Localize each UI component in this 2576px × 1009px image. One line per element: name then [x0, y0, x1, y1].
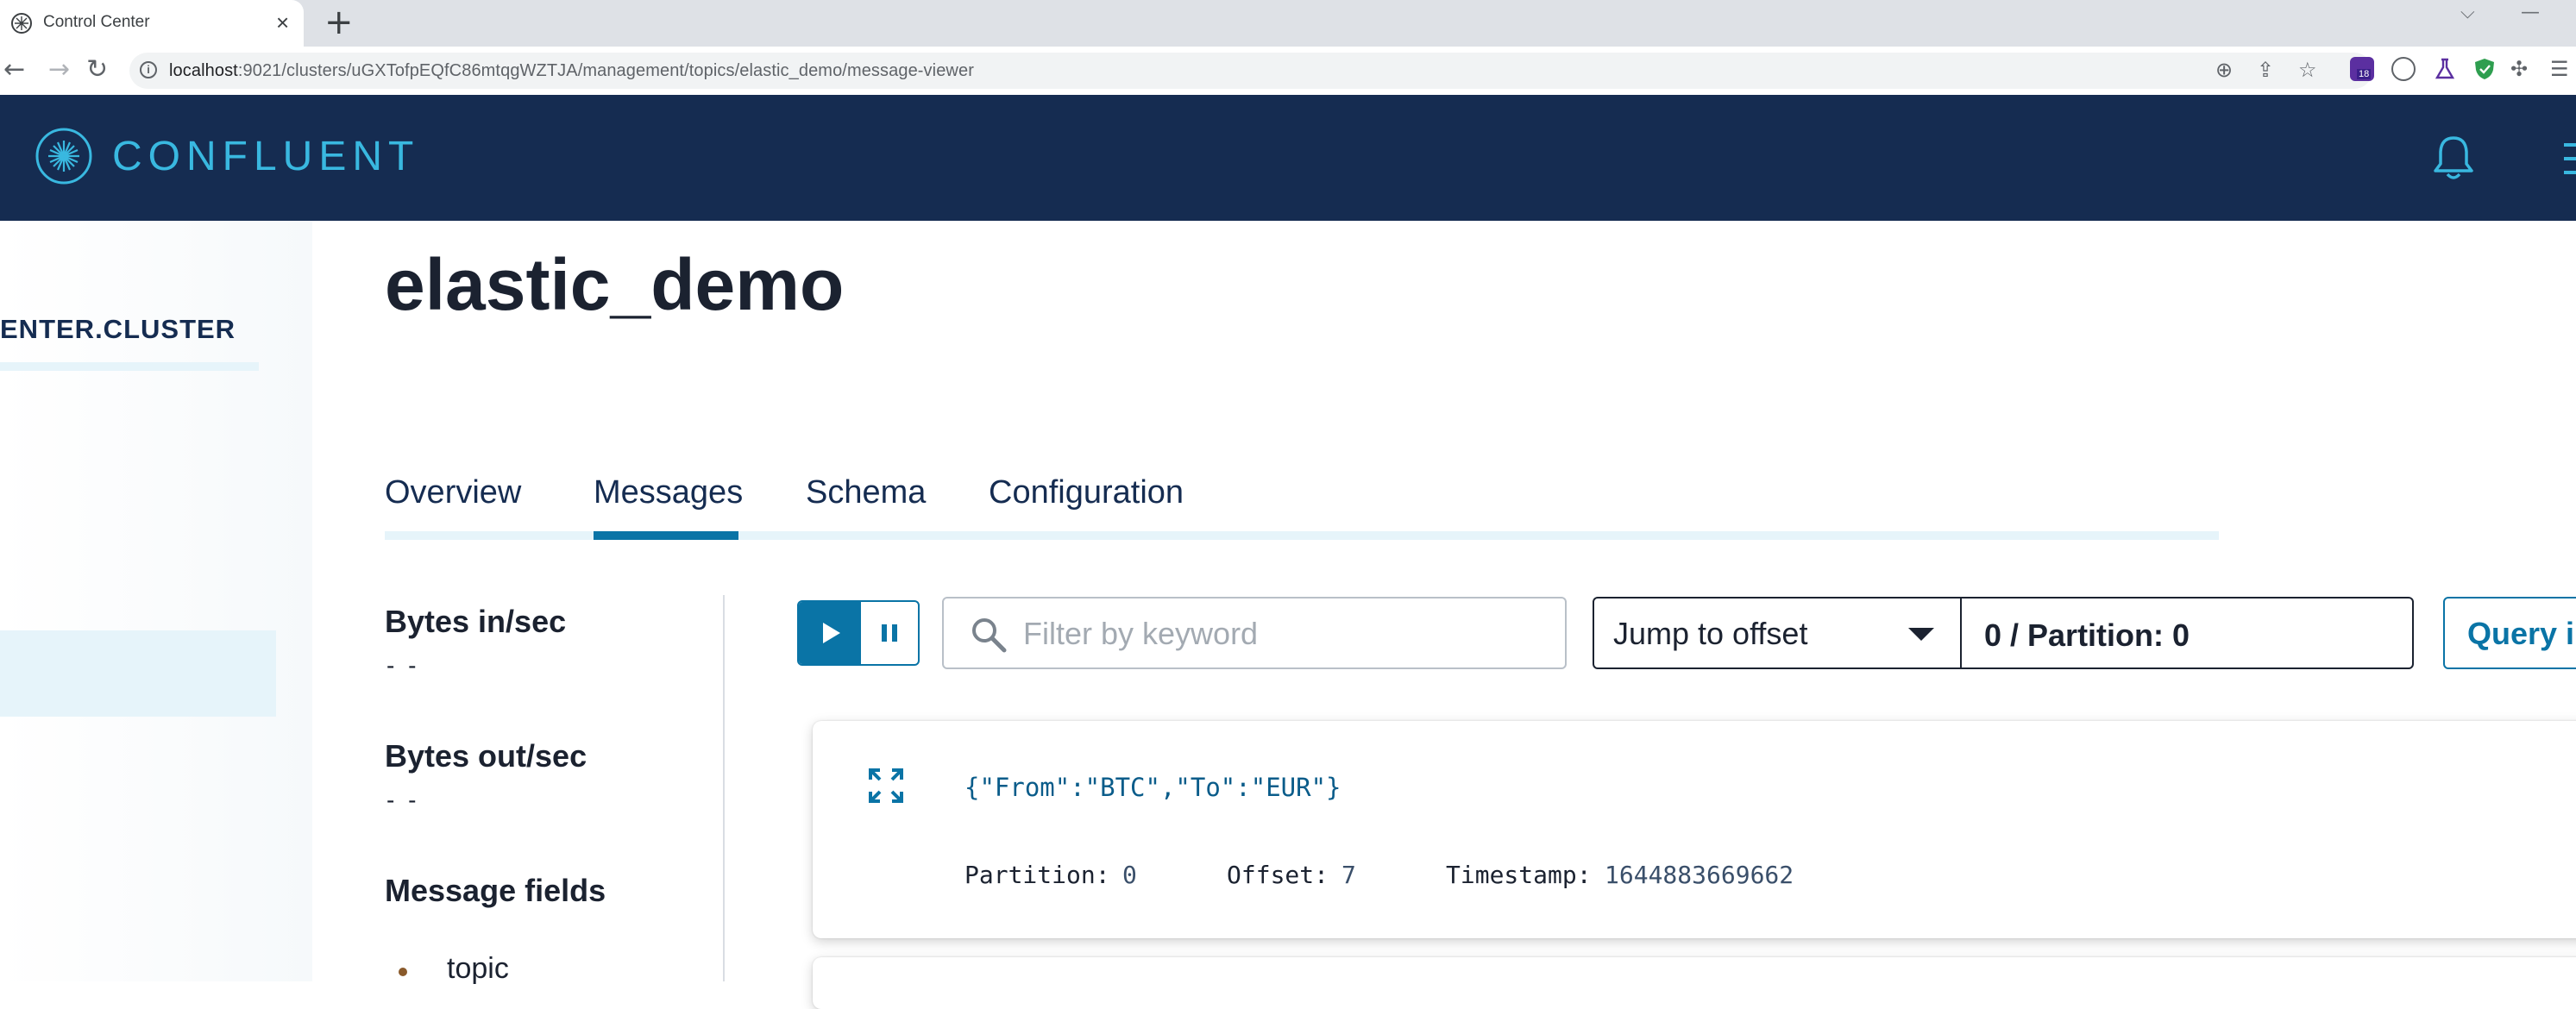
offset-label: Offset:: [1227, 861, 1329, 889]
minimize-icon[interactable]: —: [2521, 2, 2540, 23]
zoom-icon[interactable]: ⊕: [2215, 58, 2233, 82]
tab-search-chevron-icon[interactable]: ⌵: [2460, 2, 2475, 23]
bookmark-star-icon[interactable]: ☆: [2298, 58, 2317, 82]
offset-value: 7: [1341, 861, 1356, 889]
pause-icon: [882, 624, 897, 642]
browser-toolbar: ← → ↻ i localhost:9021/clusters/uGXTofpE…: [0, 47, 2576, 96]
sidebar: ENTER.CLUSTER: [0, 221, 312, 981]
extension-flask-icon[interactable]: [2433, 57, 2457, 81]
partition-label: Partition:: [964, 861, 1110, 889]
field-bullet: [399, 968, 407, 976]
tab-close-icon[interactable]: ×: [276, 10, 289, 34]
play-pause-toggle: [797, 600, 920, 666]
browser-tab[interactable]: Control Center ×: [0, 0, 304, 47]
expand-icon[interactable]: [868, 768, 904, 804]
tab-active-indicator: [594, 531, 738, 540]
message-fields-label: Message fields: [385, 873, 606, 908]
topic-tabs: Overview Messages Schema Configuration: [385, 474, 2219, 540]
message-card-next[interactable]: [813, 957, 2576, 1009]
extension-badge-count: 18: [2357, 69, 2372, 79]
sidebar-item-active[interactable]: [0, 630, 276, 717]
timestamp-label: Timestamp:: [1446, 861, 1592, 889]
query-button-label: Query i: [2467, 616, 2575, 651]
offset-partition-value[interactable]: 0 / Partition: 0: [1984, 617, 2190, 654]
filter-input[interactable]: [1021, 614, 1542, 654]
bytes-in-label: Bytes in/sec: [385, 604, 567, 639]
site-info-icon[interactable]: i: [140, 61, 157, 78]
tab-messages[interactable]: Messages: [594, 474, 743, 511]
bytes-out-value: - -: [386, 787, 420, 813]
jump-select-label: Jump to offset: [1613, 616, 1808, 651]
jump-to-offset-control: Jump to offset 0 / Partition: 0: [1593, 597, 2414, 669]
tab-schema[interactable]: Schema: [806, 474, 926, 511]
notification-bell-icon[interactable]: [2431, 135, 2476, 183]
search-icon: [972, 618, 1007, 653]
jump-select[interactable]: Jump to offset: [1594, 599, 1962, 667]
filter-field[interactable]: [942, 597, 1567, 669]
reading-list-icon[interactable]: ☰: [2550, 57, 2569, 81]
page-title: elastic_demo: [385, 244, 845, 325]
cluster-name[interactable]: ENTER.CLUSTER: [0, 314, 236, 345]
logo-text[interactable]: CONFLUENT: [112, 133, 419, 180]
bytes-in-value: - -: [386, 652, 420, 679]
tab-configuration[interactable]: Configuration: [989, 474, 1184, 511]
timestamp-value: 1644883669662: [1605, 861, 1794, 889]
play-icon: [823, 623, 840, 643]
url-text: localhost:9021/clusters/uGXTofpEQfC86mtq…: [169, 61, 974, 81]
back-icon[interactable]: ←: [3, 55, 25, 85]
address-bar[interactable]: i localhost:9021/clusters/uGXTofpEQfC86m…: [129, 53, 2372, 89]
forward-icon[interactable]: →: [48, 55, 70, 85]
field-item-topic[interactable]: topic: [447, 952, 509, 986]
share-icon[interactable]: ⇪: [2257, 58, 2274, 82]
caret-down-icon: [1908, 628, 1934, 641]
pause-button[interactable]: [861, 602, 918, 664]
browser-tabstrip: Control Center × + ⌵ —: [0, 0, 2576, 47]
bytes-out-label: Bytes out/sec: [385, 738, 587, 774]
message-card[interactable]: {"From":"BTC","To":"EUR"} Partition: 0 O…: [813, 721, 2576, 938]
tab-overview[interactable]: Overview: [385, 474, 521, 511]
control-center-favicon-icon: [11, 13, 32, 34]
tab-title: Control Center: [43, 13, 150, 31]
cluster-underline: [0, 362, 259, 371]
panel-divider: [723, 595, 725, 981]
extension-badge-icon[interactable]: 18: [2350, 57, 2374, 81]
query-button[interactable]: Query i: [2443, 597, 2576, 669]
reload-icon[interactable]: ↻: [86, 55, 108, 85]
confluent-logo-icon[interactable]: [35, 127, 93, 185]
url-path: :9021/clusters/uGXTofpEQfC86mtqgWZTJA/ma…: [237, 61, 974, 80]
app-header: CONFLUENT: [0, 95, 2576, 221]
extension-circle-icon[interactable]: [2391, 57, 2416, 81]
extension-shield-icon[interactable]: [2472, 57, 2497, 81]
url-host: localhost: [169, 61, 238, 80]
partition-value: 0: [1122, 861, 1137, 889]
new-tab-icon[interactable]: +: [324, 5, 354, 40]
extensions-puzzle-icon[interactable]: ✣: [2510, 57, 2528, 81]
hamburger-menu-icon[interactable]: [2559, 140, 2576, 178]
message-key: {"From":"BTC","To":"EUR"}: [964, 773, 1341, 802]
play-button[interactable]: [799, 602, 861, 664]
